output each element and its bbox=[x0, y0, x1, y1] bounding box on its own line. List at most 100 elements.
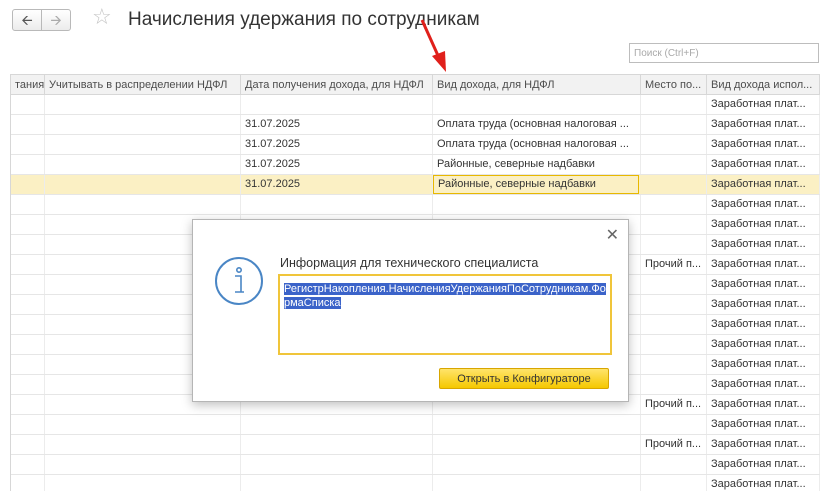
table-cell[interactable] bbox=[45, 435, 241, 454]
table-cell[interactable] bbox=[641, 155, 707, 174]
column-header[interactable]: Вид дохода, для НДФЛ bbox=[433, 75, 641, 95]
table-cell[interactable] bbox=[11, 435, 45, 454]
column-header[interactable]: Дата получения дохода, для НДФЛ bbox=[241, 75, 433, 95]
table-row[interactable]: Заработная плат... bbox=[11, 455, 820, 475]
forward-button[interactable]: 🡪 bbox=[41, 9, 71, 31]
table-cell[interactable] bbox=[241, 95, 433, 114]
table-cell[interactable] bbox=[241, 455, 433, 474]
table-cell[interactable]: Районные, северные надбавки bbox=[433, 175, 639, 194]
table-cell[interactable] bbox=[11, 215, 45, 234]
table-cell[interactable]: Заработная плат... bbox=[707, 255, 820, 274]
back-button[interactable]: 🡨 bbox=[12, 9, 42, 31]
table-cell[interactable] bbox=[433, 195, 641, 214]
table-cell[interactable]: 31.07.2025 bbox=[241, 175, 433, 194]
table-cell[interactable]: Оплата труда (основная налоговая ... bbox=[433, 115, 641, 134]
table-cell[interactable]: Заработная плат... bbox=[707, 195, 820, 214]
table-cell[interactable]: Заработная плат... bbox=[707, 335, 820, 354]
table-cell[interactable] bbox=[45, 135, 241, 154]
table-cell[interactable] bbox=[241, 415, 433, 434]
table-cell[interactable]: Заработная плат... bbox=[707, 135, 820, 154]
table-cell[interactable]: Заработная плат... bbox=[707, 455, 820, 474]
table-cell[interactable] bbox=[641, 115, 707, 134]
table-cell[interactable]: Заработная плат... bbox=[707, 475, 820, 491]
table-cell[interactable] bbox=[45, 175, 241, 194]
column-header[interactable]: Место по... bbox=[641, 75, 707, 95]
table-cell[interactable] bbox=[641, 135, 707, 154]
table-cell[interactable]: Заработная плат... bbox=[707, 235, 820, 254]
table-row[interactable]: Заработная плат... bbox=[11, 95, 820, 115]
table-cell[interactable]: Оплата труда (основная налоговая ... bbox=[433, 135, 641, 154]
table-cell[interactable] bbox=[11, 135, 45, 154]
table-cell[interactable] bbox=[641, 295, 707, 314]
table-cell[interactable]: Заработная плат... bbox=[707, 95, 820, 114]
star-icon[interactable]: ☆ bbox=[92, 6, 112, 28]
search-input[interactable] bbox=[629, 43, 819, 63]
table-cell[interactable] bbox=[11, 295, 45, 314]
table-cell[interactable] bbox=[641, 455, 707, 474]
table-cell[interactable] bbox=[641, 355, 707, 374]
table-cell[interactable] bbox=[11, 235, 45, 254]
table-cell[interactable]: Районные, северные надбавки bbox=[433, 155, 641, 174]
table-cell[interactable] bbox=[11, 95, 45, 114]
table-cell[interactable] bbox=[433, 475, 641, 491]
column-header[interactable]: тания bbox=[11, 75, 45, 95]
open-in-configurator-button[interactable]: Открыть в Конфигураторе bbox=[439, 368, 609, 389]
table-cell[interactable]: Заработная плат... bbox=[707, 115, 820, 134]
table-row[interactable]: 31.07.2025 Районные, северные надбавки Зар… bbox=[11, 155, 820, 175]
table-cell[interactable] bbox=[241, 435, 433, 454]
table-cell[interactable] bbox=[11, 275, 45, 294]
table-cell[interactable] bbox=[11, 115, 45, 134]
table-cell[interactable]: Заработная плат... bbox=[707, 415, 820, 434]
table-cell[interactable]: Заработная плат... bbox=[707, 155, 820, 174]
table-cell[interactable]: Заработная плат... bbox=[707, 395, 820, 414]
table-cell[interactable]: Заработная плат... bbox=[707, 435, 820, 454]
table-cell[interactable] bbox=[641, 95, 707, 114]
table-cell[interactable]: 31.07.2025 bbox=[241, 135, 433, 154]
table-cell[interactable]: Заработная плат... bbox=[707, 355, 820, 374]
close-icon[interactable]: ✕ bbox=[606, 228, 619, 244]
table-cell[interactable]: Заработная плат... bbox=[707, 315, 820, 334]
table-cell[interactable]: Прочий п... bbox=[641, 435, 707, 454]
table-cell[interactable] bbox=[641, 415, 707, 434]
table-row[interactable]: Заработная плат... bbox=[11, 415, 820, 435]
table-cell[interactable] bbox=[45, 115, 241, 134]
table-cell[interactable] bbox=[11, 415, 45, 434]
column-header[interactable]: Вид дохода испол... bbox=[707, 75, 820, 95]
table-cell[interactable] bbox=[641, 375, 707, 394]
table-cell[interactable] bbox=[641, 335, 707, 354]
table-row[interactable]: 31.07.2025 Оплата труда (основная налогов… bbox=[11, 115, 820, 135]
table-cell[interactable] bbox=[45, 455, 241, 474]
table-cell[interactable]: Заработная плат... bbox=[707, 215, 820, 234]
table-cell[interactable] bbox=[11, 355, 45, 374]
table-cell[interactable] bbox=[433, 415, 641, 434]
table-cell[interactable]: Заработная плат... bbox=[707, 275, 820, 294]
table-cell[interactable] bbox=[241, 195, 433, 214]
table-cell[interactable] bbox=[641, 215, 707, 234]
table-cell[interactable] bbox=[641, 315, 707, 334]
table-cell[interactable] bbox=[45, 195, 241, 214]
table-cell[interactable] bbox=[641, 195, 707, 214]
table-cell[interactable]: 31.07.2025 bbox=[241, 115, 433, 134]
table-cell[interactable]: Заработная плат... bbox=[707, 375, 820, 394]
table-cell[interactable] bbox=[11, 395, 45, 414]
table-cell[interactable] bbox=[11, 175, 45, 194]
table-cell[interactable] bbox=[641, 475, 707, 491]
table-cell[interactable] bbox=[11, 255, 45, 274]
table-cell[interactable] bbox=[641, 175, 707, 194]
table-cell[interactable] bbox=[11, 335, 45, 354]
table-cell[interactable] bbox=[11, 315, 45, 334]
table-cell[interactable] bbox=[45, 95, 241, 114]
table-row[interactable]: 31.07.2025 Районные, северные надбавки Зар… bbox=[11, 175, 820, 195]
table-cell[interactable] bbox=[641, 275, 707, 294]
table-cell[interactable] bbox=[433, 455, 641, 474]
table-cell[interactable] bbox=[433, 435, 641, 454]
table-cell[interactable] bbox=[641, 235, 707, 254]
table-cell[interactable]: Заработная плат... bbox=[707, 175, 820, 194]
table-cell[interactable] bbox=[11, 195, 45, 214]
table-cell[interactable] bbox=[45, 155, 241, 174]
table-cell[interactable] bbox=[241, 475, 433, 491]
table-cell[interactable] bbox=[11, 455, 45, 474]
technical-info-field[interactable]: РегистрНакопления.НачисленияУдержанияПоС… bbox=[278, 274, 612, 355]
table-cell[interactable] bbox=[11, 475, 45, 491]
table-row[interactable]: 31.07.2025 Оплата труда (основная налогов… bbox=[11, 135, 820, 155]
